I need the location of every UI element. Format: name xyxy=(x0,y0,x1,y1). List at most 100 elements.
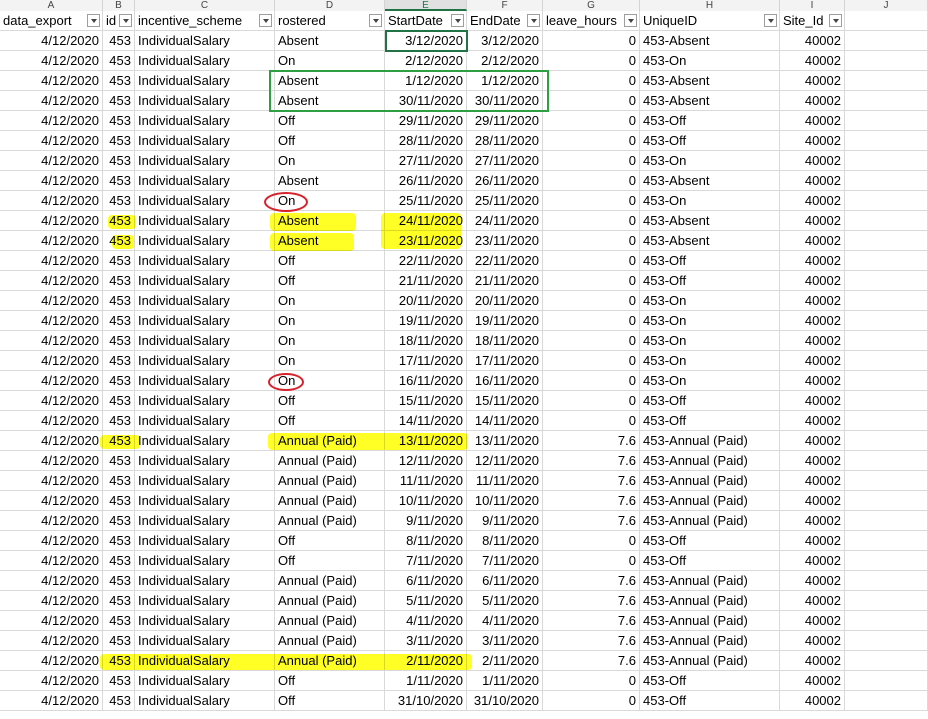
column-header-a[interactable]: A xyxy=(0,0,103,11)
table-cell[interactable]: 40002 xyxy=(780,271,845,291)
table-cell[interactable]: Off xyxy=(275,271,385,291)
table-cell[interactable]: 453-On xyxy=(640,351,780,371)
table-cell[interactable]: 4/12/2020 xyxy=(0,171,103,191)
table-cell[interactable]: IndividualSalary xyxy=(135,351,275,371)
table-cell[interactable]: 4/12/2020 xyxy=(0,571,103,591)
table-cell[interactable]: 7.6 xyxy=(543,511,640,531)
table-cell[interactable] xyxy=(845,271,928,291)
table-cell[interactable]: 4/12/2020 xyxy=(0,651,103,671)
table-cell[interactable] xyxy=(845,671,928,691)
table-cell[interactable]: 40002 xyxy=(780,391,845,411)
table-cell[interactable]: 453 xyxy=(103,51,135,71)
table-cell[interactable]: 1/11/2020 xyxy=(385,671,467,691)
table-cell[interactable]: 13/11/2020 xyxy=(467,431,543,451)
table-cell[interactable]: 18/11/2020 xyxy=(385,331,467,351)
table-cell[interactable]: 453 xyxy=(103,71,135,91)
table-cell[interactable]: Absent xyxy=(275,71,385,91)
table-cell[interactable]: Off xyxy=(275,531,385,551)
table-cell[interactable]: 4/12/2020 xyxy=(0,371,103,391)
table-cell[interactable]: 4/12/2020 xyxy=(0,491,103,511)
table-cell[interactable]: 22/11/2020 xyxy=(467,251,543,271)
table-cell[interactable]: 453 xyxy=(103,411,135,431)
table-cell[interactable]: 40002 xyxy=(780,31,845,51)
table-cell[interactable] xyxy=(845,411,928,431)
header-cell[interactable]: StartDate xyxy=(385,11,467,31)
table-cell[interactable]: 453-On xyxy=(640,311,780,331)
table-cell[interactable]: 4/12/2020 xyxy=(0,111,103,131)
table-cell[interactable]: Absent xyxy=(275,91,385,111)
filter-dropdown-icon[interactable] xyxy=(764,14,777,27)
table-cell[interactable]: 11/11/2020 xyxy=(385,471,467,491)
table-cell[interactable]: IndividualSalary xyxy=(135,511,275,531)
table-cell[interactable] xyxy=(845,91,928,111)
table-cell[interactable]: 453 xyxy=(103,591,135,611)
table-cell[interactable]: 4/12/2020 xyxy=(0,311,103,331)
table-cell[interactable]: 16/11/2020 xyxy=(467,371,543,391)
table-cell[interactable]: 453 xyxy=(103,431,135,451)
table-cell[interactable]: 27/11/2020 xyxy=(467,151,543,171)
table-cell[interactable]: 40002 xyxy=(780,111,845,131)
table-cell[interactable]: 31/10/2020 xyxy=(467,691,543,711)
table-cell[interactable]: IndividualSalary xyxy=(135,671,275,691)
table-cell[interactable]: 453-Off xyxy=(640,691,780,711)
table-cell[interactable]: 453 xyxy=(103,671,135,691)
table-cell[interactable] xyxy=(845,131,928,151)
table-cell[interactable]: 5/11/2020 xyxy=(385,591,467,611)
table-cell[interactable]: Annual (Paid) xyxy=(275,511,385,531)
filter-dropdown-icon[interactable] xyxy=(369,14,382,27)
table-cell[interactable]: 4/12/2020 xyxy=(0,671,103,691)
table-cell[interactable]: 453-Annual (Paid) xyxy=(640,511,780,531)
table-cell[interactable]: 453 xyxy=(103,451,135,471)
table-cell[interactable]: 453-Annual (Paid) xyxy=(640,471,780,491)
table-cell[interactable]: 7.6 xyxy=(543,491,640,511)
table-cell[interactable]: 25/11/2020 xyxy=(385,191,467,211)
table-cell[interactable]: IndividualSalary xyxy=(135,311,275,331)
table-cell[interactable]: 13/11/2020 xyxy=(385,431,467,451)
table-cell[interactable]: 0 xyxy=(543,311,640,331)
table-cell[interactable]: 1/11/2020 xyxy=(467,671,543,691)
table-cell[interactable]: 453 xyxy=(103,31,135,51)
header-cell[interactable]: UniqueID xyxy=(640,11,780,31)
table-cell[interactable]: 453-Annual (Paid) xyxy=(640,631,780,651)
table-cell[interactable]: 453 xyxy=(103,271,135,291)
table-cell[interactable]: 453 xyxy=(103,371,135,391)
table-cell[interactable]: 0 xyxy=(543,411,640,431)
table-cell[interactable]: 453-Absent xyxy=(640,31,780,51)
table-cell[interactable]: 40002 xyxy=(780,651,845,671)
table-cell[interactable]: Off xyxy=(275,251,385,271)
table-cell[interactable]: 453-Off xyxy=(640,391,780,411)
table-cell[interactable]: 30/11/2020 xyxy=(467,91,543,111)
table-cell[interactable] xyxy=(845,491,928,511)
table-cell[interactable]: 4/12/2020 xyxy=(0,151,103,171)
table-cell[interactable]: 40002 xyxy=(780,491,845,511)
table-cell[interactable]: 40002 xyxy=(780,351,845,371)
header-cell[interactable]: data_export xyxy=(0,11,103,31)
table-cell[interactable]: On xyxy=(275,311,385,331)
table-cell[interactable]: 0 xyxy=(543,371,640,391)
table-cell[interactable]: 453-Absent xyxy=(640,211,780,231)
table-cell[interactable]: 7.6 xyxy=(543,571,640,591)
table-cell[interactable]: 453 xyxy=(103,191,135,211)
table-cell[interactable]: 4/12/2020 xyxy=(0,391,103,411)
table-cell[interactable]: Annual (Paid) xyxy=(275,491,385,511)
table-cell[interactable]: 7.6 xyxy=(543,611,640,631)
header-cell[interactable]: rostered xyxy=(275,11,385,31)
table-cell[interactable] xyxy=(845,531,928,551)
table-cell[interactable]: 453-Off xyxy=(640,551,780,571)
table-cell[interactable]: 0 xyxy=(543,211,640,231)
table-cell[interactable]: 1/12/2020 xyxy=(385,71,467,91)
table-cell[interactable]: 4/12/2020 xyxy=(0,471,103,491)
table-cell[interactable] xyxy=(845,571,928,591)
table-cell[interactable] xyxy=(845,431,928,451)
table-cell[interactable]: 453-On xyxy=(640,51,780,71)
table-cell[interactable] xyxy=(845,291,928,311)
table-cell[interactable]: 31/10/2020 xyxy=(385,691,467,711)
table-cell[interactable]: 40002 xyxy=(780,531,845,551)
table-cell[interactable]: 4/12/2020 xyxy=(0,611,103,631)
table-cell[interactable]: 453 xyxy=(103,491,135,511)
table-cell[interactable]: 40002 xyxy=(780,171,845,191)
column-header-i[interactable]: I xyxy=(780,0,845,11)
table-cell[interactable]: 0 xyxy=(543,131,640,151)
table-cell[interactable]: IndividualSalary xyxy=(135,171,275,191)
table-cell[interactable] xyxy=(845,591,928,611)
